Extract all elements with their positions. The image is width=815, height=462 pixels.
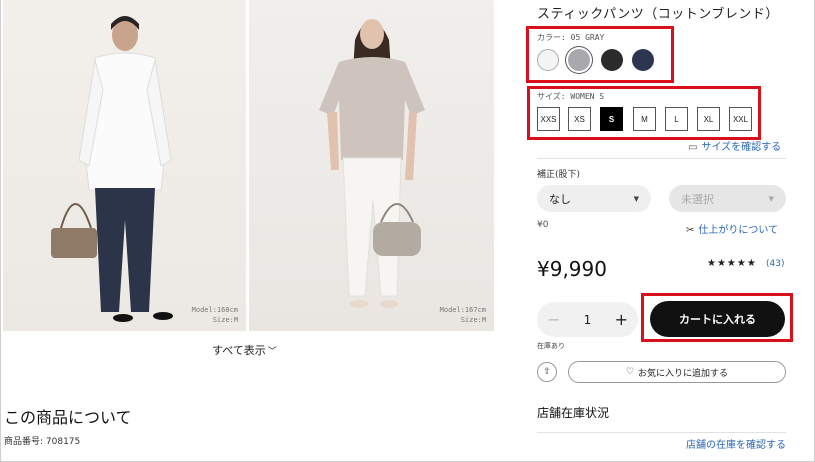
size-label: サイズ: WOMEN S — [537, 92, 605, 101]
model-image-1 — [51, 16, 173, 322]
alteration-dropdown-value: なし — [549, 192, 571, 206]
model-size: Size:M — [212, 316, 238, 324]
alteration-dropdown[interactable]: なし ▼ — [537, 185, 651, 212]
chevron-down-icon: ﹀ — [267, 347, 277, 357]
caret-down-icon: ▼ — [633, 194, 639, 203]
quantity-increase-button[interactable]: + — [615, 310, 628, 329]
add-favorite-label: お気に入りに追加する — [638, 368, 729, 379]
quantity-value: 1 — [583, 312, 592, 327]
about-product-title: この商品について — [4, 408, 132, 427]
show-all-label: すべて表示 — [212, 344, 266, 357]
store-stock-link[interactable]: 店舗の在庫を確認する — [686, 436, 786, 451]
price: ¥9,990 — [537, 257, 607, 281]
add-to-cart-button[interactable]: カートに入れる — [650, 301, 785, 337]
size-option-xxl[interactable]: XXL — [729, 107, 752, 131]
add-favorite-button[interactable]: ♡ お気に入りに追加する — [568, 361, 786, 383]
review-count-link[interactable]: (43) — [766, 259, 784, 269]
share-button[interactable]: ⇧ — [537, 362, 557, 382]
size-check-label: サイズを確認する — [701, 142, 782, 153]
color-swatch-navy[interactable] — [632, 49, 654, 71]
model-info: Model:167cm Size:M — [440, 305, 486, 325]
length-dropdown[interactable]: 未選択 ▼ — [669, 185, 786, 212]
model-height: Model:167cm — [439, 306, 486, 314]
model-size: Size:M — [460, 316, 486, 324]
color-label: カラー: 05 GRAY — [537, 33, 605, 42]
finish-info-link[interactable]: ✂ 仕上がりについて — [686, 221, 778, 236]
quantity-decrease-button[interactable]: − — [547, 310, 560, 329]
store-stock-title: 店舗在庫状況 — [537, 406, 610, 420]
share-icon: ⇧ — [543, 367, 551, 377]
size-option-xl[interactable]: XL — [697, 107, 720, 131]
heart-icon: ♡ — [625, 367, 635, 377]
product-photo-2[interactable]: Model:167cm Size:M — [249, 0, 494, 331]
show-all-button[interactable]: すべて表示 ﹀ — [212, 342, 277, 358]
divider — [537, 158, 786, 159]
color-swatch-black[interactable] — [601, 49, 623, 71]
alteration-price: ¥0 — [537, 220, 549, 230]
stock-status: 在庫あり — [537, 342, 565, 350]
color-swatch-white[interactable] — [537, 49, 559, 71]
scissors-icon: ✂ — [686, 225, 695, 236]
product-title: スティックパンツ（コットンブレンド） — [537, 7, 779, 22]
model-image-2 — [319, 19, 425, 308]
size-check-link[interactable]: ▭ サイズを確認する — [688, 138, 781, 153]
size-option-m[interactable]: M — [633, 107, 656, 131]
model-info: Model:168cm Size:M — [192, 305, 238, 325]
product-photo-1[interactable]: Model:168cm Size:M — [3, 0, 246, 331]
color-swatch-gray[interactable] — [568, 49, 590, 71]
rating-stars: ★★★★★ — [707, 258, 757, 269]
divider — [537, 432, 786, 433]
model-height: Model:168cm — [191, 306, 238, 314]
quantity-stepper: − 1 + — [537, 302, 638, 337]
size-option-xs[interactable]: XS — [568, 107, 591, 131]
finish-info-label: 仕上がりについて — [698, 225, 779, 236]
alteration-label: 補正(股下) — [537, 170, 581, 180]
size-option-s[interactable]: S — [600, 107, 623, 131]
caret-down-icon: ▼ — [768, 194, 774, 203]
size-option-xxs[interactable]: XXS — [537, 107, 560, 131]
ruler-icon: ▭ — [688, 142, 698, 153]
product-number: 商品番号: 708175 — [4, 437, 81, 447]
size-option-l[interactable]: L — [665, 107, 688, 131]
length-dropdown-value: 未選択 — [681, 192, 714, 206]
